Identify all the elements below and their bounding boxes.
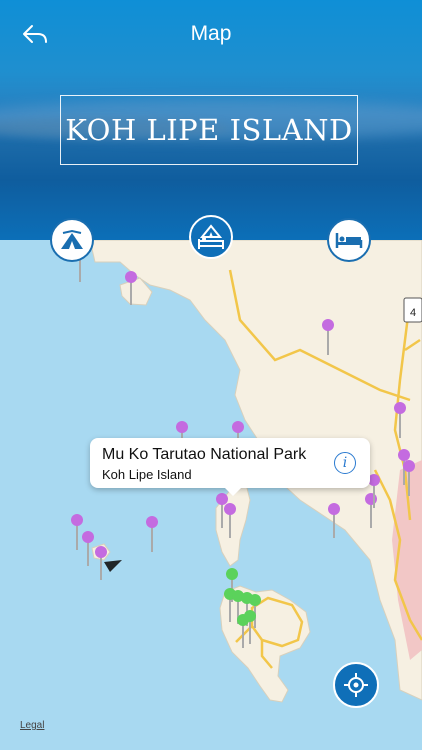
locate-me-button[interactable] [333,662,379,708]
callout-pointer [224,487,242,496]
category-hotels-button[interactable] [327,218,371,262]
callout-subtitle: Koh Lipe Island [102,467,192,482]
bed-icon [335,233,363,248]
category-resorts-button[interactable] [189,215,233,259]
legal-link[interactable]: Legal [20,720,44,731]
category-camping-button[interactable] [50,218,94,262]
page-title: Map [190,22,232,45]
callout-title: Mu Ko Tarutao National Park [102,446,307,463]
info-button[interactable]: i [334,452,356,474]
tent-icon [61,229,83,249]
map-callout[interactable]: Mu Ko Tarutao National Park Koh Lipe Isl… [90,438,370,496]
tent-bed-icon [198,224,224,249]
header: Map KOH LIPE ISLAND [0,0,422,240]
road-badge: 4 [410,307,416,319]
banner-title: KOH LIPE ISLAND [60,95,358,165]
location-crosshair-icon [344,673,368,697]
